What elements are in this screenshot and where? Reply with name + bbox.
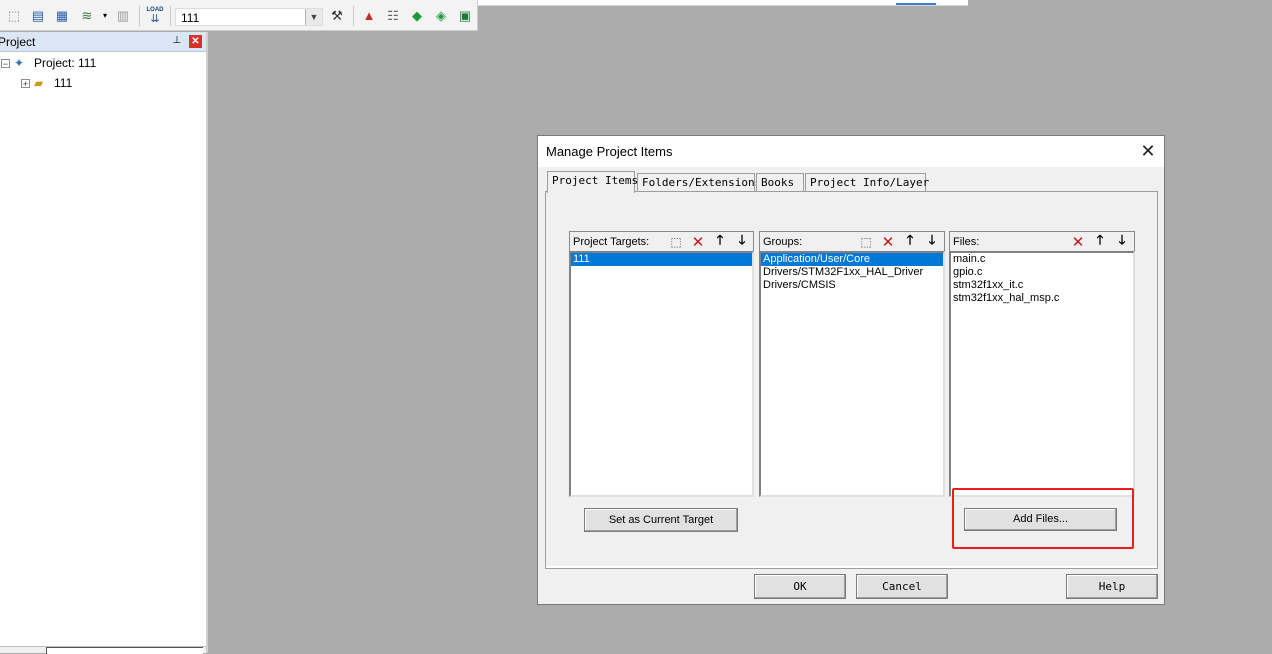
toolbar-separator — [353, 6, 354, 26]
manage-rte-icon[interactable]: ▣ — [457, 8, 473, 24]
project-pane-title: Project — [0, 35, 36, 49]
tab-label: Folders/Extensions — [642, 176, 762, 189]
tab-folders-extensions[interactable]: Folders/Extensions — [637, 173, 761, 191]
translate-icon[interactable]: ⬚ — [6, 8, 22, 24]
set-current-target-button[interactable]: Set as Current Target — [584, 508, 738, 532]
download-icon[interactable]: LOAD ⇊ — [146, 6, 164, 26]
batch-dropdown-icon[interactable]: ▾ — [97, 8, 113, 24]
groups-header: Groups: ⬚ ✕ 🡑 🡓 — [759, 231, 945, 251]
tab-label: Project Items — [552, 174, 639, 187]
ok-button[interactable]: OK — [754, 574, 846, 599]
move-down-icon[interactable]: 🡓 — [1113, 232, 1131, 250]
project-icon: ✦ — [14, 56, 25, 70]
move-up-icon[interactable]: 🡑 — [1091, 232, 1109, 250]
batch-build-icon[interactable]: ≋ — [79, 8, 95, 24]
move-up-icon[interactable]: 🡑 — [711, 232, 729, 250]
run-time-environment-icon[interactable]: ◈ — [433, 8, 449, 24]
tab-project-items[interactable]: Project Items — [547, 171, 639, 193]
list-item[interactable]: stm32f1xx_hal_msp.c — [951, 292, 1133, 305]
tab-project-info-layer[interactable]: Project Info/Layer — [805, 173, 930, 191]
dialog-title: Manage Project Items — [546, 144, 673, 159]
tree-item-target[interactable]: + ▰ 111 — [21, 74, 72, 92]
select-software-packs-icon[interactable]: ◆ — [409, 8, 425, 24]
target-options-icon[interactable]: ⚒ — [329, 8, 345, 24]
tab-label: Books — [761, 176, 795, 189]
toolbar-separator — [139, 6, 140, 26]
list-item[interactable]: Drivers/CMSIS — [761, 279, 943, 292]
move-down-icon[interactable]: 🡓 — [733, 232, 751, 250]
adjacent-window-accent — [896, 3, 936, 5]
move-up-icon[interactable]: 🡑 — [901, 232, 919, 250]
divider — [546, 566, 1157, 568]
adjacent-window-edge — [478, 0, 968, 6]
pane-bottom-tabs — [0, 646, 206, 654]
list-item[interactable]: main.c — [951, 253, 1133, 266]
cancel-button[interactable]: Cancel — [856, 574, 948, 599]
tab-books[interactable]: Books — [756, 173, 804, 191]
files-list[interactable]: main.c gpio.c stm32f1xx_it.c stm32f1xx_h… — [949, 251, 1135, 497]
list-item[interactable]: Drivers/STM32F1xx_HAL_Driver — [761, 266, 943, 279]
tab-label: Project Info/Layer — [810, 176, 930, 189]
close-icon[interactable]: ✕ — [1136, 141, 1160, 161]
delete-icon[interactable]: ✕ — [1069, 233, 1087, 251]
dialog-titlebar: Manage Project Items ✕ — [538, 136, 1164, 167]
pin-icon[interactable]: ⊥ — [171, 35, 183, 47]
toolbar-separator — [170, 6, 171, 26]
workspace-top — [478, 0, 1272, 31]
expand-icon[interactable]: + — [21, 78, 30, 88]
help-button[interactable]: Help — [1066, 574, 1158, 599]
folder-icon: ▰ — [34, 76, 44, 90]
pack-installer-icon[interactable]: ☷ — [385, 8, 401, 24]
target-select[interactable]: 111 ▼ — [175, 8, 323, 26]
tree-item-project[interactable]: − ✦ Project: 111 — [1, 54, 96, 72]
tree-item-label: 111 — [54, 76, 73, 90]
targets-list[interactable]: 111 — [569, 251, 754, 497]
files-header: Files: ✕ 🡑 🡓 — [949, 231, 1135, 251]
target-select-value: 111 — [181, 11, 200, 25]
manage-components-icon[interactable]: ▲ — [361, 8, 377, 24]
delete-icon[interactable]: ✕ — [689, 233, 707, 251]
build-icon[interactable]: ▤ — [30, 8, 46, 24]
annotation-highlight-box — [952, 488, 1134, 549]
list-item[interactable]: 111 — [571, 253, 752, 266]
targets-header: Project Targets: ⬚ ✕ 🡑 🡓 — [569, 231, 754, 251]
list-item[interactable]: gpio.c — [951, 266, 1133, 279]
groups-list[interactable]: Application/User/Core Drivers/STM32F1xx_… — [759, 251, 945, 497]
list-item[interactable]: Application/User/Core — [761, 253, 943, 266]
tree-item-label: Project: 111 — [34, 56, 97, 70]
rebuild-icon[interactable]: ▦ — [54, 8, 70, 24]
groups-label: Groups: — [763, 236, 803, 248]
delete-icon[interactable]: ✕ — [879, 233, 897, 251]
build-toolbar: ⬚ ▤ ▦ ≋ ▾ ▥ LOAD ⇊ 111 ▼ ⚒ ▲ ☷ ◆ ◈ ▣ — [0, 0, 478, 31]
move-down-icon[interactable]: 🡓 — [923, 232, 941, 250]
chevron-down-icon[interactable]: ▼ — [305, 9, 322, 25]
files-label: Files: — [953, 236, 980, 248]
stop-build-icon[interactable]: ▥ — [115, 8, 131, 24]
collapse-icon[interactable]: − — [1, 58, 10, 68]
new-item-icon[interactable]: ⬚ — [667, 233, 685, 250]
list-item[interactable]: stm32f1xx_it.c — [951, 279, 1133, 292]
project-pane-header: Project ⊥ ✕ — [0, 32, 206, 52]
close-icon[interactable]: ✕ — [189, 35, 202, 48]
targets-label: Project Targets: — [573, 236, 650, 248]
new-item-icon[interactable]: ⬚ — [857, 233, 875, 250]
project-pane: Project ⊥ ✕ − ✦ Project: 111 + ▰ 111 — [0, 32, 208, 654]
